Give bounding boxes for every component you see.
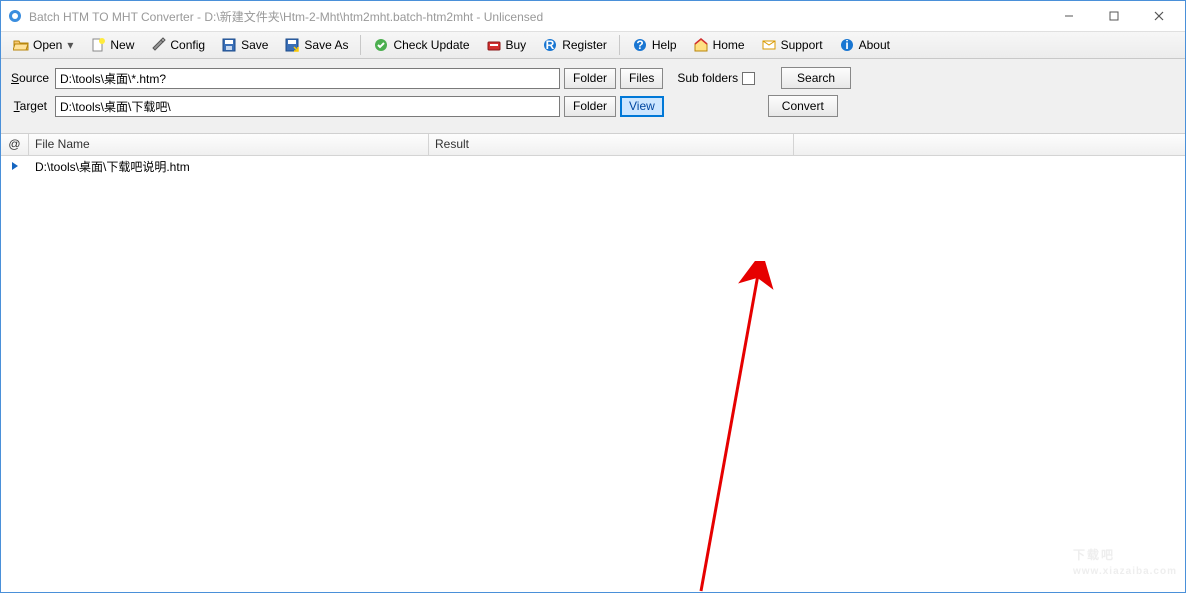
row-marker-icon: [1, 161, 29, 171]
svg-text:i: i: [845, 38, 848, 52]
source-input[interactable]: [55, 68, 560, 89]
view-button[interactable]: View: [620, 96, 664, 117]
support-icon: [761, 37, 777, 53]
sub-folders-label: Sub folders: [677, 71, 738, 85]
target-folder-button[interactable]: Folder: [564, 96, 616, 117]
column-spacer: [794, 134, 1185, 155]
source-files-button[interactable]: Files: [620, 68, 663, 89]
home-button[interactable]: Home: [686, 34, 752, 56]
save-label: Save: [241, 38, 268, 52]
minimize-button[interactable]: [1046, 2, 1091, 30]
toolbar: Open ▾ New Config Save Save As Check Upd…: [1, 31, 1185, 59]
app-icon: [7, 8, 23, 24]
table-row[interactable]: D:\tools\桌面\下载吧说明.htm: [1, 156, 1185, 174]
open-button[interactable]: Open ▾: [6, 34, 81, 56]
check-update-icon: [373, 37, 389, 53]
register-label: Register: [562, 38, 607, 52]
svg-text:?: ?: [636, 38, 643, 52]
buy-icon: [486, 37, 502, 53]
target-input[interactable]: [55, 96, 560, 117]
sub-folders-checkbox[interactable]: [742, 72, 755, 85]
buy-button[interactable]: Buy: [479, 34, 534, 56]
save-as-icon: [284, 37, 300, 53]
search-button[interactable]: Search: [781, 67, 851, 89]
column-status[interactable]: @: [1, 134, 29, 155]
register-icon: R: [542, 37, 558, 53]
save-icon: [221, 37, 237, 53]
register-button[interactable]: R Register: [535, 34, 614, 56]
about-label: About: [859, 38, 890, 52]
home-label: Home: [713, 38, 745, 52]
help-button[interactable]: ? Help: [625, 34, 684, 56]
check-update-button[interactable]: Check Update: [366, 34, 476, 56]
new-label: New: [110, 38, 134, 52]
support-label: Support: [781, 38, 823, 52]
new-icon: [90, 37, 106, 53]
titlebar: Batch HTM TO MHT Converter - D:\新建文件夹\Ht…: [1, 1, 1185, 31]
watermark: 下载吧 www.xiazaiba.com: [1073, 534, 1177, 577]
support-button[interactable]: Support: [754, 34, 830, 56]
open-icon: [13, 37, 29, 53]
column-filename[interactable]: File Name: [29, 134, 429, 155]
home-icon: [693, 37, 709, 53]
close-button[interactable]: [1136, 2, 1181, 30]
convert-button[interactable]: Convert: [768, 95, 838, 117]
toolbar-separator: [619, 35, 620, 55]
save-as-label: Save As: [304, 38, 348, 52]
maximize-button[interactable]: [1091, 2, 1136, 30]
source-folder-button[interactable]: Folder: [564, 68, 616, 89]
about-icon: i: [839, 37, 855, 53]
path-form: Source Folder Files Sub folders Search T…: [1, 59, 1185, 134]
source-label: Source: [11, 71, 51, 85]
annotation-arrow: [681, 261, 791, 601]
config-icon: [150, 37, 166, 53]
config-label: Config: [170, 38, 205, 52]
about-button[interactable]: i About: [832, 34, 897, 56]
window-title: Batch HTM TO MHT Converter - D:\新建文件夹\Ht…: [29, 8, 1046, 25]
new-button[interactable]: New: [83, 34, 141, 56]
dropdown-icon: ▾: [66, 38, 74, 52]
column-result[interactable]: Result: [429, 134, 794, 155]
check-update-label: Check Update: [393, 38, 469, 52]
buy-label: Buy: [506, 38, 527, 52]
save-button[interactable]: Save: [214, 34, 275, 56]
open-label: Open: [33, 38, 62, 52]
help-label: Help: [652, 38, 677, 52]
config-button[interactable]: Config: [143, 34, 212, 56]
svg-text:R: R: [546, 38, 555, 52]
file-grid-header: @ File Name Result: [1, 134, 1185, 156]
row-filename: D:\tools\桌面\下载吧说明.htm: [29, 158, 429, 175]
help-icon: ?: [632, 37, 648, 53]
save-as-button[interactable]: Save As: [277, 34, 355, 56]
target-label: Target: [11, 99, 51, 113]
toolbar-separator: [360, 35, 361, 55]
file-grid-body[interactable]: D:\tools\桌面\下载吧说明.htm 下载吧 www.xiazaiba.c…: [1, 156, 1185, 581]
